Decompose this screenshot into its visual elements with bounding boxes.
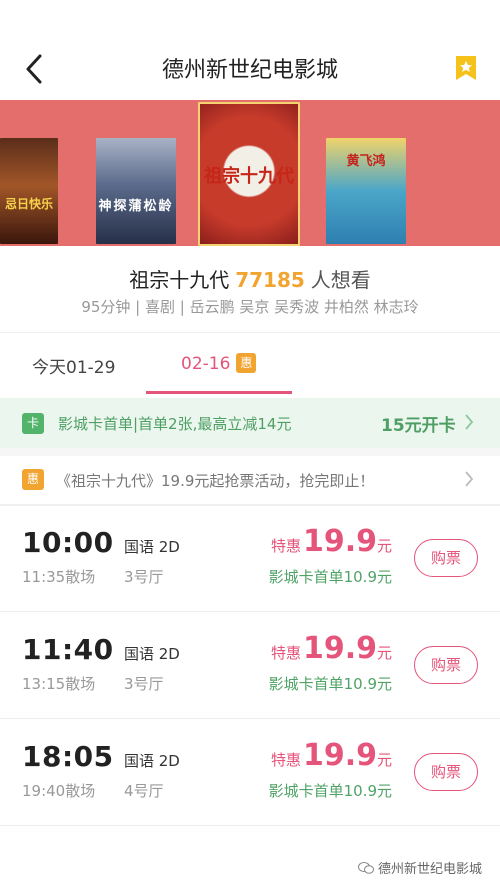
bookmark-icon[interactable]	[454, 54, 478, 82]
poster-card[interactable]: 黄飞鸿	[326, 138, 406, 244]
movie-info: 祖宗十九代 77185 人想看 95分钟 | 喜剧 | 岳云鹏 吴京 吴秀波 井柏然…	[0, 246, 500, 332]
chevron-right-icon	[465, 471, 474, 487]
showtime-row: 18:05 19:40散场 国语 2D 4号厅 特惠19.9元 影城卡首单10.…	[0, 720, 500, 826]
buy-ticket-button[interactable]: 购票	[414, 646, 478, 684]
price: 特惠19.9元	[271, 631, 392, 666]
footer: 德州新世纪电影城	[0, 826, 500, 888]
tab-today[interactable]: 今天01-29	[32, 353, 115, 378]
section-gap	[0, 448, 500, 456]
date-tabs: 今天01-29 02-16 惠	[0, 333, 500, 395]
buy-ticket-button[interactable]: 购票	[414, 539, 478, 577]
watermark-text: 德州新世纪电影城	[377, 862, 482, 877]
event-promo-text: 《祖宗十九代》19.9元起抢票活动，抢完即止！	[56, 472, 375, 490]
open-card-button[interactable]: 15元开卡	[381, 411, 456, 436]
price-unit: 元	[376, 537, 392, 555]
movie-meta: 95分钟 | 喜剧 | 岳云鹏 吴京 吴秀波 井柏然 林志玲	[81, 298, 419, 316]
poster-card-selected[interactable]: 祖宗十九代	[198, 102, 300, 246]
discount-badge: 惠	[22, 469, 44, 490]
card-price: 影城卡首单10.9元	[268, 782, 392, 800]
hall-name: 3号厅	[124, 568, 164, 586]
price-value: 19.9	[302, 524, 377, 559]
price: 特惠19.9元	[271, 738, 392, 773]
want-count: 77185	[235, 268, 305, 292]
start-time: 18:05	[22, 740, 114, 773]
end-time: 11:35散场	[22, 568, 96, 586]
tab-0216[interactable]: 02-16 惠	[181, 353, 257, 374]
price-value: 19.9	[302, 631, 377, 666]
end-time: 13:15散场	[22, 675, 96, 693]
hall-name: 3号厅	[124, 675, 164, 693]
poster-title: 神探蒲松龄	[98, 199, 174, 214]
card-promo-banner[interactable]: 卡 影城卡首单|首单2张,最高立减14元 15元开卡	[0, 398, 500, 448]
showtime-row: 10:00 11:35散场 国语 2D 3号厅 特惠19.9元 影城卡首单10.…	[0, 506, 500, 612]
price-prefix: 特惠	[270, 644, 301, 662]
header: 德州新世纪电影城	[0, 0, 500, 100]
hall-name: 4号厅	[124, 782, 164, 800]
language-format: 国语 2D	[124, 538, 180, 556]
language-format: 国语 2D	[124, 752, 180, 770]
poster-card[interactable]: 神探蒲松龄	[96, 138, 176, 244]
card-badge: 卡	[22, 413, 44, 434]
event-promo-banner[interactable]: 惠 《祖宗十九代》19.9元起抢票活动，抢完即止！	[0, 456, 500, 504]
poster-title: 黄飞鸿	[346, 154, 386, 169]
poster-carousel[interactable]: 忌日快乐 神探蒲松龄 祖宗十九代 黄飞鸿	[0, 100, 500, 246]
buy-ticket-button[interactable]: 购票	[414, 753, 478, 791]
page-title: 德州新世纪电影城	[161, 58, 338, 83]
end-time: 19:40散场	[22, 782, 96, 800]
card-promo-text: 影城卡首单|首单2张,最高立减14元	[58, 415, 292, 433]
start-time: 11:40	[22, 633, 114, 666]
poster-card[interactable]: 忌日快乐	[0, 138, 58, 244]
want-label: 人想看	[310, 268, 371, 292]
price-value: 19.9	[302, 738, 377, 773]
tab-label: 02-16	[181, 354, 231, 374]
tab-label: 今天01-29	[32, 358, 116, 378]
movie-title-line: 祖宗十九代 77185 人想看	[0, 264, 500, 293]
card-price: 影城卡首单10.9元	[268, 675, 392, 693]
movie-title: 祖宗十九代	[129, 268, 230, 292]
wechat-icon	[357, 862, 374, 874]
price-unit: 元	[376, 644, 392, 662]
active-tab-indicator	[146, 391, 292, 394]
poster-title: 祖宗十九代	[204, 166, 294, 187]
start-time: 10:00	[22, 526, 114, 559]
card-price: 影城卡首单10.9元	[268, 568, 392, 586]
price-prefix: 特惠	[270, 751, 301, 769]
price: 特惠19.9元	[271, 524, 392, 559]
poster-title: 忌日快乐	[4, 197, 53, 211]
watermark: 德州新世纪电影城	[357, 858, 482, 877]
price-unit: 元	[376, 751, 392, 769]
price-prefix: 特惠	[270, 537, 301, 555]
discount-badge: 惠	[236, 353, 257, 373]
showtime-row: 11:40 13:15散场 国语 2D 3号厅 特惠19.9元 影城卡首单10.…	[0, 613, 500, 719]
language-format: 国语 2D	[124, 645, 180, 663]
chevron-right-icon	[465, 414, 474, 430]
